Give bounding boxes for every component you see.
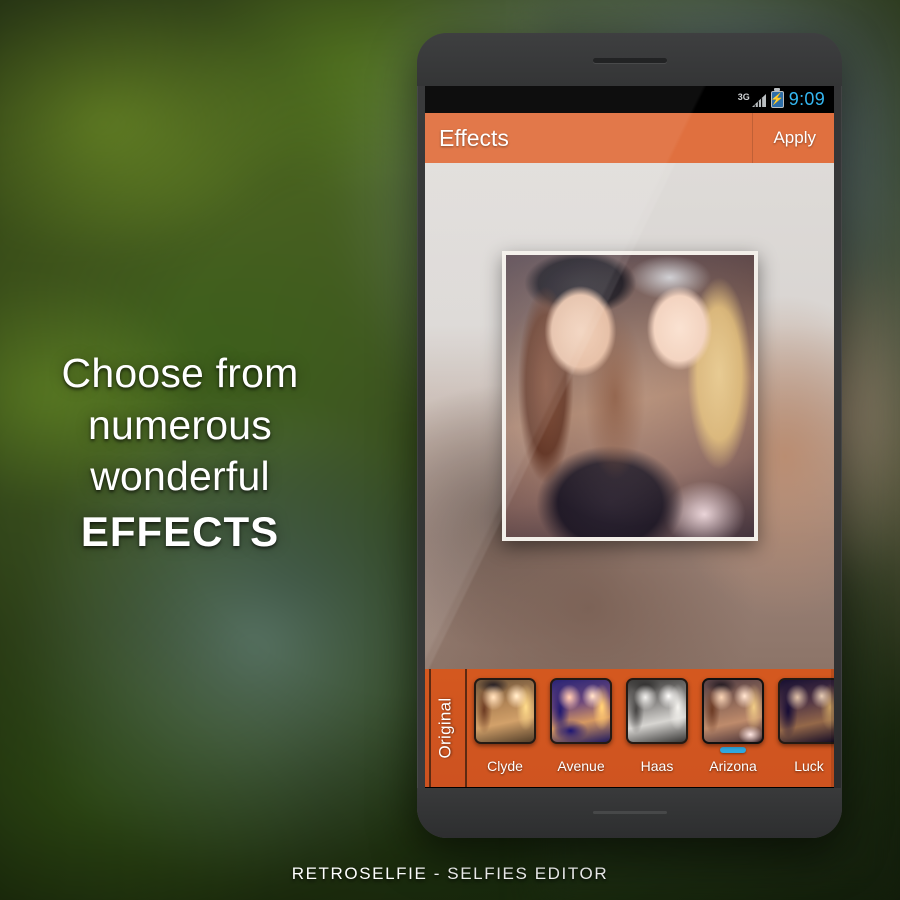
filter-item[interactable]: Arizona [695, 678, 771, 774]
phone-chin-line [592, 811, 667, 814]
filter-item[interactable]: Luck [771, 678, 834, 774]
filter-thumbnail-image [780, 680, 834, 742]
filter-thumbnail-list[interactable]: Clyde Avenue Haas Arizona Luck [467, 669, 834, 787]
filter-name-label: Arizona [709, 758, 757, 774]
filter-original-label: Original [435, 697, 455, 759]
filter-original-tab[interactable]: Original [425, 669, 467, 787]
footer-app-name: RETROSELFIE - SELFIES EDITOR [291, 864, 609, 883]
filter-name-label: Clyde [487, 758, 523, 774]
selfie-photo-image [505, 255, 754, 537]
filter-item[interactable]: Clyde [467, 678, 543, 774]
filter-thumbnail[interactable] [626, 678, 688, 744]
filter-selected-indicator [720, 747, 746, 753]
earpiece-speaker-icon [592, 58, 667, 63]
phone-device-mockup: 3G ⚡ 9:09 Effects Apply Original Clyde A… [417, 33, 842, 838]
filter-name-label: Luck [794, 758, 824, 774]
status-bar-clock: 9:09 [788, 89, 825, 109]
phone-screen: 3G ⚡ 9:09 Effects Apply Original Clyde A… [425, 86, 834, 788]
filter-item[interactable]: Avenue [543, 678, 619, 774]
filter-strip-overflow-edge [831, 669, 834, 787]
filter-thumbnail[interactable] [550, 678, 612, 744]
filter-thumbnail[interactable] [778, 678, 834, 744]
signal-bars-icon: 3G [737, 91, 766, 107]
app-bar: Effects Apply [425, 113, 834, 163]
battery-charging-icon: ⚡ [770, 88, 784, 108]
filter-thumbnail-image [628, 680, 686, 742]
filter-item[interactable]: Haas [619, 678, 695, 774]
filter-name-label: Avenue [557, 758, 605, 774]
filter-thumbnail-image [552, 680, 610, 742]
filter-name-label: Haas [640, 758, 674, 774]
phone-top-bezel [417, 33, 842, 86]
filter-strip[interactable]: Original Clyde Avenue Haas Arizona Luck [425, 669, 834, 787]
filter-thumbnail-image [476, 680, 534, 742]
filter-thumbnail[interactable] [702, 678, 764, 744]
apply-button[interactable]: Apply [752, 113, 834, 163]
filter-thumbnail-image [704, 680, 762, 742]
page-title: Effects [439, 124, 509, 151]
network-type-label: 3G [737, 91, 750, 102]
selfie-photo-preview[interactable] [501, 251, 758, 541]
phone-bottom-bezel [417, 788, 842, 838]
status-bar: 3G ⚡ 9:09 [425, 86, 834, 113]
photo-preview-canvas[interactable] [425, 163, 834, 669]
filter-thumbnail[interactable] [474, 678, 536, 744]
